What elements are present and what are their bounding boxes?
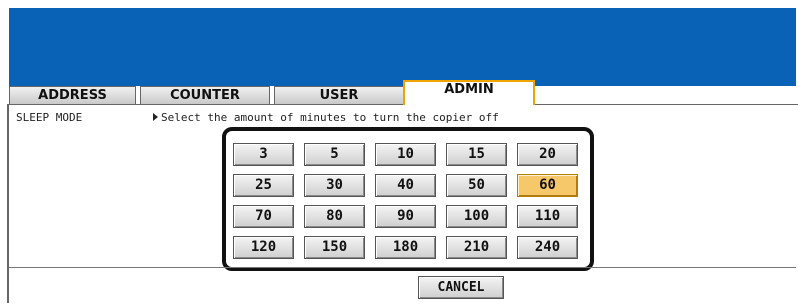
minutes-option-button[interactable]: 25: [233, 174, 294, 197]
minutes-option-button[interactable]: 100: [446, 205, 507, 228]
minutes-option-button[interactable]: 120: [233, 236, 294, 259]
header-banner: [9, 8, 796, 86]
minutes-option-button[interactable]: 180: [375, 236, 436, 259]
minutes-option-button[interactable]: 80: [304, 205, 365, 228]
minutes-option-button[interactable]: 90: [375, 205, 436, 228]
page-title: SLEEP MODE: [16, 111, 83, 124]
minutes-option-button[interactable]: 20: [517, 143, 578, 166]
copier-admin-screen: ADDRESS COUNTER USER ADMIN SLEEP MODE Se…: [0, 0, 798, 304]
minutes-option-button[interactable]: 30: [304, 174, 365, 197]
tab-admin[interactable]: ADMIN: [403, 80, 535, 105]
minutes-option-button[interactable]: 3: [233, 143, 294, 166]
minutes-option-button[interactable]: 60: [517, 174, 578, 197]
right-triangle-icon: [153, 113, 158, 121]
instruction-text: Select the amount of minutes to turn the…: [161, 111, 499, 124]
tab-user[interactable]: USER: [274, 86, 404, 104]
cancel-button[interactable]: CANCEL: [418, 276, 504, 299]
minutes-option-button[interactable]: 210: [446, 236, 507, 259]
minutes-option-button[interactable]: 150: [304, 236, 365, 259]
tab-counter[interactable]: COUNTER: [140, 86, 270, 104]
bottom-divider: [9, 267, 796, 268]
minutes-option-button[interactable]: 70: [233, 205, 294, 228]
minutes-option-button[interactable]: 15: [446, 143, 507, 166]
minutes-option-button[interactable]: 50: [446, 174, 507, 197]
tab-address[interactable]: ADDRESS: [9, 86, 136, 104]
minutes-option-button[interactable]: 10: [375, 143, 436, 166]
minutes-option-button[interactable]: 240: [517, 236, 578, 259]
minutes-option-button[interactable]: 5: [304, 143, 365, 166]
minutes-option-button[interactable]: 40: [375, 174, 436, 197]
minutes-option-button[interactable]: 110: [517, 205, 578, 228]
